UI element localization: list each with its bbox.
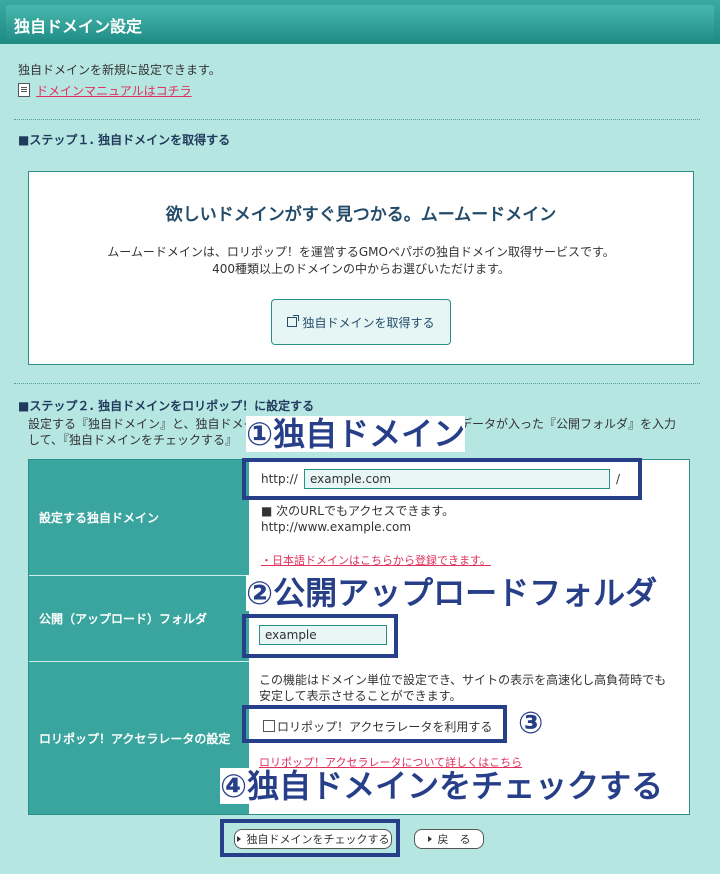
step2-heading: ■ステップ２. 独自ドメインをロリポップ！に設定する xyxy=(18,399,315,413)
highlight-check-button-box xyxy=(220,819,400,857)
annotation-domain: ①独自ドメイン xyxy=(246,415,466,453)
japanese-domain-link[interactable]: ・日本語ドメインはこちらから登録できます。 xyxy=(261,552,491,568)
manual-link-label: ドメインマニュアルはコチラ xyxy=(36,84,192,98)
back-button-label: 戻 る xyxy=(437,833,471,846)
title-bar: 独自ドメイン設定 xyxy=(0,0,720,44)
back-button[interactable]: 戻 る xyxy=(414,829,484,849)
divider xyxy=(14,119,700,120)
document-icon xyxy=(18,83,30,97)
arrow-right-icon xyxy=(427,836,432,842)
promo-title: 欲しいドメインがすぐ見つかる。ムームードメイン xyxy=(165,205,557,225)
domain-label: 設定する独自ドメイン xyxy=(29,460,249,576)
page-title: 独自ドメイン設定 xyxy=(14,17,143,36)
alt-url-note: ■ 次のURLでもアクセスできます。 xyxy=(261,504,455,518)
highlight-accelerator-box xyxy=(242,705,507,743)
step2-desc-line-1-end: データが入った『公開フォルダ』を入力 xyxy=(460,417,677,431)
annotation-check: ④独自ドメインをチェックする xyxy=(220,767,664,805)
get-domain-button[interactable]: 独自ドメインを取得する xyxy=(271,299,451,345)
divider xyxy=(14,383,700,384)
title-bar-inner: 独自ドメイン設定 xyxy=(6,5,714,39)
highlight-folder-box xyxy=(242,614,398,658)
muumuu-promo-box: 欲しいドメインがすぐ見つかる。ムームードメイン ムームードメインは、ロリポップ！… xyxy=(28,171,694,365)
intro-text: 独自ドメインを新規に設定できます。 xyxy=(18,63,221,77)
step1-heading: ■ステップ１. 独自ドメインを取得する xyxy=(18,133,231,147)
step2-desc-line-1: 設定する『独自ドメイン』と、独自ドメイ xyxy=(28,417,256,431)
annotation-accelerator: ③ xyxy=(518,706,544,741)
get-domain-button-label: 独自ドメインを取得する xyxy=(302,315,435,330)
promo-description: ムームードメインは、ロリポップ！を運営するGMOペパボの独自ドメイン取得サービス… xyxy=(29,244,693,278)
folder-label: 公開（アップロード）フォルダ xyxy=(29,576,249,662)
manual-link[interactable]: ドメインマニュアルはコチラ xyxy=(18,82,192,99)
promo-line-2: 400種類以上のドメインの中からお選びいただけます。 xyxy=(212,262,510,276)
annotation-folder: ②公開アップロードフォルダ xyxy=(246,574,658,612)
accelerator-desc-2: 安定して表示させることができます。 xyxy=(259,689,462,703)
highlight-domain-box xyxy=(242,458,642,500)
accelerator-desc-1: この機能はドメイン単位で設定でき、サイトの表示を高速化し高負荷時でも xyxy=(259,673,667,687)
alt-url: http://www.example.com xyxy=(261,520,412,534)
accelerator-label: ロリポップ！アクセラレータの設定 xyxy=(29,662,249,814)
external-link-icon xyxy=(287,315,300,327)
promo-line-1: ムームードメインは、ロリポップ！を運営するGMOペパボの独自ドメイン取得サービス… xyxy=(107,245,615,259)
